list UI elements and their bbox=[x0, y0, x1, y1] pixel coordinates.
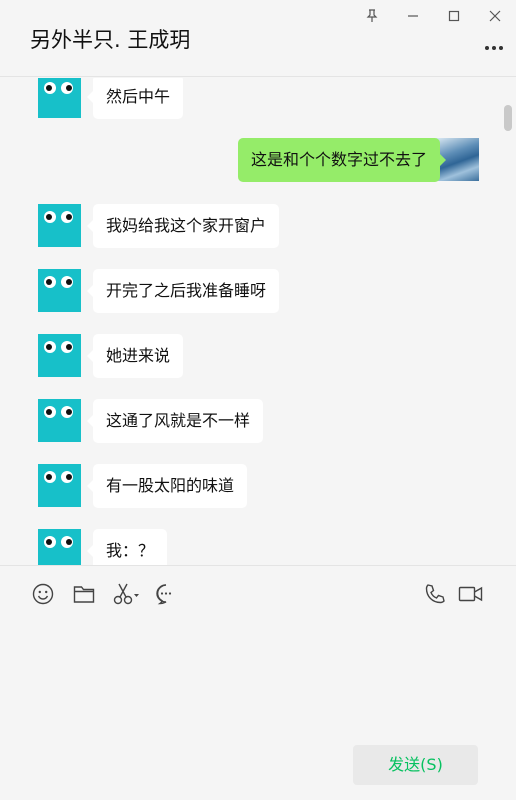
maximize-icon[interactable] bbox=[442, 4, 466, 28]
folder-icon[interactable] bbox=[72, 582, 96, 606]
message-bubble[interactable]: 我：？ bbox=[86, 529, 168, 565]
video-icon[interactable] bbox=[458, 582, 484, 606]
contact-avatar[interactable] bbox=[38, 334, 81, 377]
message-bubble[interactable]: 我妈给我这个家开窗户 bbox=[86, 204, 280, 248]
more-icon[interactable] bbox=[482, 36, 506, 60]
message-item: 有一股太阳的味道 bbox=[0, 464, 500, 508]
message-list[interactable]: 然后中午 这是和个个数字过不去了 我妈给我这个家开窗户 开完了之后我准备睡呀 她… bbox=[0, 78, 516, 565]
message-item: 这通了风就是不一样 bbox=[0, 399, 500, 443]
chat-header: 另外半只. 王成玥 bbox=[0, 0, 516, 77]
message-bubble[interactable]: 然后中午 bbox=[86, 78, 184, 119]
contact-avatar[interactable] bbox=[38, 78, 81, 118]
message-bubble[interactable]: 有一股太阳的味道 bbox=[86, 464, 248, 508]
input-divider bbox=[0, 565, 516, 566]
contact-avatar[interactable] bbox=[38, 464, 81, 507]
minimize-icon[interactable] bbox=[401, 4, 425, 28]
message-item: 她进来说 bbox=[0, 334, 500, 378]
phone-icon[interactable] bbox=[423, 582, 447, 606]
contact-avatar[interactable] bbox=[38, 399, 81, 442]
message-bubble[interactable]: 她进来说 bbox=[86, 334, 184, 378]
contact-avatar[interactable] bbox=[38, 269, 81, 312]
message-bubble[interactable]: 这是和个个数字过不去了 bbox=[237, 138, 447, 182]
emoji-icon[interactable] bbox=[31, 582, 55, 606]
chat-title: 另外半只. 王成玥 bbox=[30, 28, 191, 52]
message-item: 然后中午 bbox=[0, 78, 500, 119]
message-item: 我：？ bbox=[0, 529, 500, 565]
contact-avatar[interactable] bbox=[38, 204, 81, 247]
message-item: 我妈给我这个家开窗户 bbox=[0, 204, 500, 248]
send-button[interactable]: 发送(S) bbox=[353, 745, 478, 785]
message-bubble[interactable]: 这通了风就是不一样 bbox=[86, 399, 264, 443]
message-input[interactable] bbox=[0, 620, 516, 730]
contact-avatar[interactable] bbox=[38, 529, 81, 565]
scissors-icon[interactable] bbox=[112, 582, 142, 606]
chat-history-icon[interactable] bbox=[154, 582, 178, 606]
message-item: 开完了之后我准备睡呀 bbox=[0, 269, 500, 313]
message-item: 这是和个个数字过不去了 bbox=[16, 138, 516, 182]
message-bubble[interactable]: 开完了之后我准备睡呀 bbox=[86, 269, 280, 313]
scrollbar-thumb[interactable] bbox=[504, 105, 512, 131]
close-icon[interactable] bbox=[483, 4, 507, 28]
pin-icon[interactable] bbox=[360, 4, 384, 28]
